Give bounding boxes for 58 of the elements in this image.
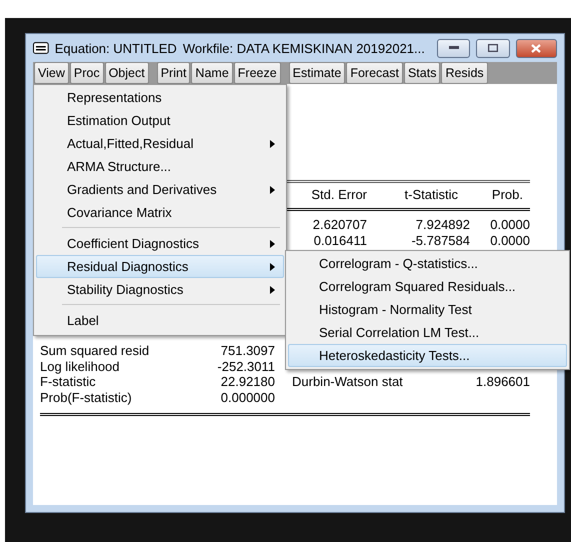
menu-item[interactable]: Histogram - Normality Test [288,298,567,321]
maximize-button[interactable] [476,38,510,58]
menu-item[interactable]: Residual Diagnostics [36,255,284,278]
menu-item[interactable]: Representations [36,86,284,109]
close-button[interactable] [516,38,557,58]
stat-value: -252.3011 [216,358,275,374]
table-cell: 0.0000 [490,217,530,233]
toolbar-button[interactable]: Forecast [346,62,403,84]
table-cell: 0.0000 [490,233,530,249]
maximize-icon [488,44,498,52]
menu-item[interactable]: Correlogram - Q-statistics... [288,252,567,275]
menu-item[interactable]: Actual,Fitted,Residual [36,132,284,155]
toolbar-button[interactable]: Freeze [234,62,281,84]
menu-item[interactable]: Stability Diagnostics [36,278,284,301]
menu-item[interactable]: Serial Correlation LM Test... [288,321,567,344]
table-cell: 7.924892 [416,217,470,233]
toolbar-button[interactable]: View [34,62,69,84]
stat-value: 1.896601 [474,374,530,390]
toolbar-button[interactable]: Resids [441,62,488,84]
toolbar-button[interactable]: Proc [70,62,104,84]
column-header: Std. Error [311,187,367,202]
window-menu-icon[interactable] [33,42,49,54]
menu-item[interactable]: Gradients and Derivatives [36,178,284,201]
menu-item[interactable]: Coefficient Diagnostics [36,232,284,255]
table-cell: 0.016411 [314,233,367,249]
toolbar-button[interactable]: Estimate [288,62,346,84]
menu-item[interactable]: ARMA Structure... [36,155,284,178]
menu-item[interactable]: Covariance Matrix [36,201,284,224]
column-header: t-Statistic [404,187,458,202]
submenu-arrow-icon [270,286,275,294]
toolbar-button[interactable]: Stats [404,62,440,84]
table-cell: 2.620707 [312,217,367,233]
stat-label: F-statistic [40,374,97,390]
stat-label: Sum squared resid [40,343,150,358]
toolbar-button[interactable]: Name [191,62,233,84]
menu-item[interactable]: Heteroskedasticity Tests... [288,344,567,367]
minimize-button[interactable] [436,38,470,58]
stat-value: 22.92180 [220,374,275,390]
submenu-arrow-icon [270,262,275,270]
menu-item[interactable]: Estimation Output [36,109,284,132]
table-cell: -5.787584 [411,233,470,249]
toolbar-button[interactable]: Object [104,62,149,84]
submenu-arrow-icon [270,240,275,248]
workfile-name: Workfile: DATA KEMISKINAN 20192021... [182,40,425,56]
stat-value: 751.3097 [220,343,275,358]
minimize-icon [448,46,459,50]
column-header: Prob. [492,187,523,202]
menu-item[interactable]: Label [36,309,284,332]
stat-label: Prob(F-statistic) [40,390,133,405]
menu-item[interactable]: Correlogram Squared Residuals... [288,275,567,298]
toolbar-button[interactable]: Print [156,62,190,84]
stat-value: 0.000000 [220,390,275,405]
stat-label: Durbin-Watson stat [292,374,404,390]
submenu-arrow-icon [270,186,275,194]
submenu-arrow-icon [270,140,275,148]
close-icon [531,44,542,52]
stat-label: Log likelihood [40,358,121,374]
window-title: Equation: UNTITLED [54,40,177,56]
